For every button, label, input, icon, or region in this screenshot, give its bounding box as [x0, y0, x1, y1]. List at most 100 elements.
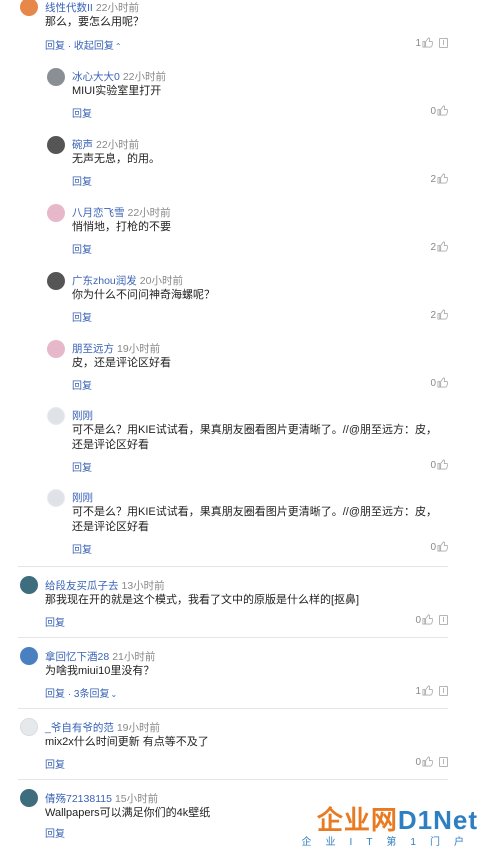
reply-item: 刚刚 可不是么？用KIE试试看，果真朋友圈看图片更清晰了。//@朋至远方：皮，还… [0, 405, 484, 479]
view-replies-button[interactable]: 3条回复 [74, 689, 110, 700]
thumbs-up-icon[interactable] [422, 756, 433, 767]
avatar[interactable] [47, 340, 65, 358]
reply-button[interactable]: 回复 [45, 41, 65, 52]
report-icon[interactable] [439, 38, 448, 48]
like-count: 1 [415, 686, 421, 697]
like-count: 0 [415, 615, 421, 626]
comment-item: _爷自有爷的范 19小时前 mix2x什么时间更新 有点等不及了 回复 0 [0, 716, 484, 776]
like-count: 0 [415, 757, 421, 768]
divider [18, 566, 448, 567]
comment-time: 19小时前 [116, 722, 161, 734]
comment-time: 15小时前 [114, 793, 159, 805]
avatar[interactable] [47, 136, 65, 154]
comment-username[interactable]: 给段友买瓜子去 [45, 580, 119, 592]
comment-username[interactable]: 线性代数II [45, 2, 93, 14]
report-icon[interactable] [439, 615, 448, 625]
reply-button[interactable]: 回复 [72, 377, 92, 392]
avatar[interactable] [20, 576, 38, 594]
thumbs-up-icon[interactable] [437, 309, 448, 320]
comment-time: 20小时前 [139, 275, 183, 287]
chevron-up-icon: ⌃ [114, 42, 122, 51]
reply-button[interactable]: 回复 [45, 614, 65, 629]
comment-time: 22小时前 [122, 71, 167, 83]
reply-item: 广东zhou润发 20小时前 你为什么不问问神奇海螺呢？ 回复 2 [0, 270, 484, 330]
report-icon[interactable] [439, 757, 448, 767]
avatar[interactable] [47, 204, 65, 222]
thumbs-up-icon[interactable] [437, 105, 448, 116]
like-count: 2 [430, 242, 436, 253]
reply-button[interactable]: 回复 [72, 541, 92, 556]
divider [18, 637, 448, 638]
avatar[interactable] [20, 0, 38, 16]
comment-text: mix2x什么时间更新 有点等不及了 [45, 736, 209, 748]
comment-username[interactable]: 刚刚 [72, 410, 93, 422]
avatar[interactable] [20, 789, 38, 807]
report-icon[interactable] [439, 686, 448, 696]
comment-username[interactable]: 碗声 [72, 139, 93, 151]
like-count: 0 [430, 460, 436, 471]
comment-username[interactable]: 八月恋飞雪 [72, 207, 125, 219]
divider [18, 708, 448, 709]
thumbs-up-icon[interactable] [422, 37, 433, 48]
like-count: 2 [430, 310, 436, 321]
like-count: 0 [430, 106, 436, 117]
reply-button[interactable]: 回复 [45, 825, 65, 840]
reply-item: 碗声 22小时前 无声无息，的用。 回复 2 [0, 134, 484, 194]
thumbs-up-icon[interactable] [437, 173, 448, 184]
thumbs-up-icon[interactable] [422, 685, 433, 696]
thumbs-up-icon[interactable] [437, 377, 448, 388]
watermark-brand: D1Net [397, 805, 478, 835]
thumbs-up-icon[interactable] [437, 241, 448, 252]
comment-text: Wallpapers可以满足你们的4k壁纸 [45, 807, 211, 819]
comment-username[interactable]: 拿回忆下酒28 [45, 651, 109, 663]
comment-username[interactable]: 倩殇72138115 [45, 793, 112, 805]
thumbs-up-icon[interactable] [437, 541, 448, 552]
comment-text: 可不是么？用KIE试试看，果真朋友圈看图片更清晰了。//@朋至远方：皮，还是评论… [72, 506, 438, 533]
divider [18, 779, 448, 780]
avatar[interactable] [47, 272, 65, 290]
comment-username[interactable]: 广东zhou润发 [72, 275, 137, 287]
avatar[interactable] [47, 407, 65, 425]
comment-text: 无声无息，的用。 [72, 153, 160, 165]
watermark-logo: 企业网D1Net 企业IT第1门户 [302, 800, 478, 850]
reply-button[interactable]: 回复 [45, 756, 65, 771]
reply-button[interactable]: 回复 [72, 241, 92, 256]
comment-text: 为啥我miui10里没有？ [45, 665, 155, 677]
comment-username[interactable]: 刚刚 [72, 492, 93, 504]
reply-button[interactable]: 回复 [72, 459, 92, 474]
thumbs-up-icon[interactable] [422, 614, 433, 625]
comment-text: 可不是么？用KIE试试看，果真朋友圈看图片更清晰了。//@朋至远方：皮，还是评论… [72, 424, 438, 451]
like-count: 0 [430, 542, 436, 553]
avatar[interactable] [20, 647, 38, 665]
comment-username[interactable]: 朋至远方 [72, 343, 114, 355]
avatar[interactable] [47, 489, 65, 507]
reply-item: 八月恋飞雪 22小时前 悄悄地，打枪的不要 回复 2 [0, 202, 484, 262]
reply-button[interactable]: 回复 [72, 309, 92, 324]
comment-time: 22小时前 [127, 207, 171, 219]
reply-button[interactable]: 回复 [45, 689, 65, 700]
collapse-replies-button[interactable]: 收起回复 [74, 41, 114, 52]
comment-username[interactable]: 冰心大大0 [72, 71, 120, 83]
comment-username[interactable]: _爷自有爷的范 [45, 722, 114, 734]
reply-item: 朋至远方 19小时前 皮，还是评论区好看 回复 0 [0, 338, 484, 398]
avatar[interactable] [20, 718, 38, 736]
like-count: 1 [415, 38, 421, 49]
comment-time: 22小时前 [96, 139, 140, 151]
comment-text: MIUI实验室里打开 [72, 85, 162, 97]
comment-item: 给段友买瓜子去 13小时前 那我现在开的就是这个模式，我看了文中的原版是什么样的[… [0, 574, 484, 634]
comment-time: 13小时前 [121, 580, 165, 592]
thumbs-up-icon[interactable] [437, 459, 448, 470]
comment-time: 21小时前 [112, 651, 156, 663]
avatar[interactable] [47, 68, 65, 86]
comment-time: 19小时前 [117, 343, 161, 355]
like-count: 0 [430, 378, 436, 389]
comment-text: 悄悄地，打枪的不要 [72, 221, 171, 233]
watermark-subtitle: 企业IT第1门户 [301, 837, 478, 848]
like-count: 2 [430, 174, 436, 185]
comment-text: 皮，还是评论区好看 [72, 357, 171, 369]
reply-button[interactable]: 回复 [72, 173, 92, 188]
reply-item: 冰心大大0 22小时前 MIUI实验室里打开 回复 0 [0, 66, 484, 126]
reply-button[interactable]: 回复 [72, 105, 92, 120]
comment-text: 你为什么不问问神奇海螺呢？ [72, 289, 215, 301]
comment-item: 拿回忆下酒28 21小时前 为啥我miui10里没有？ 回复 · 3条回复⌄ 1 [0, 645, 484, 705]
